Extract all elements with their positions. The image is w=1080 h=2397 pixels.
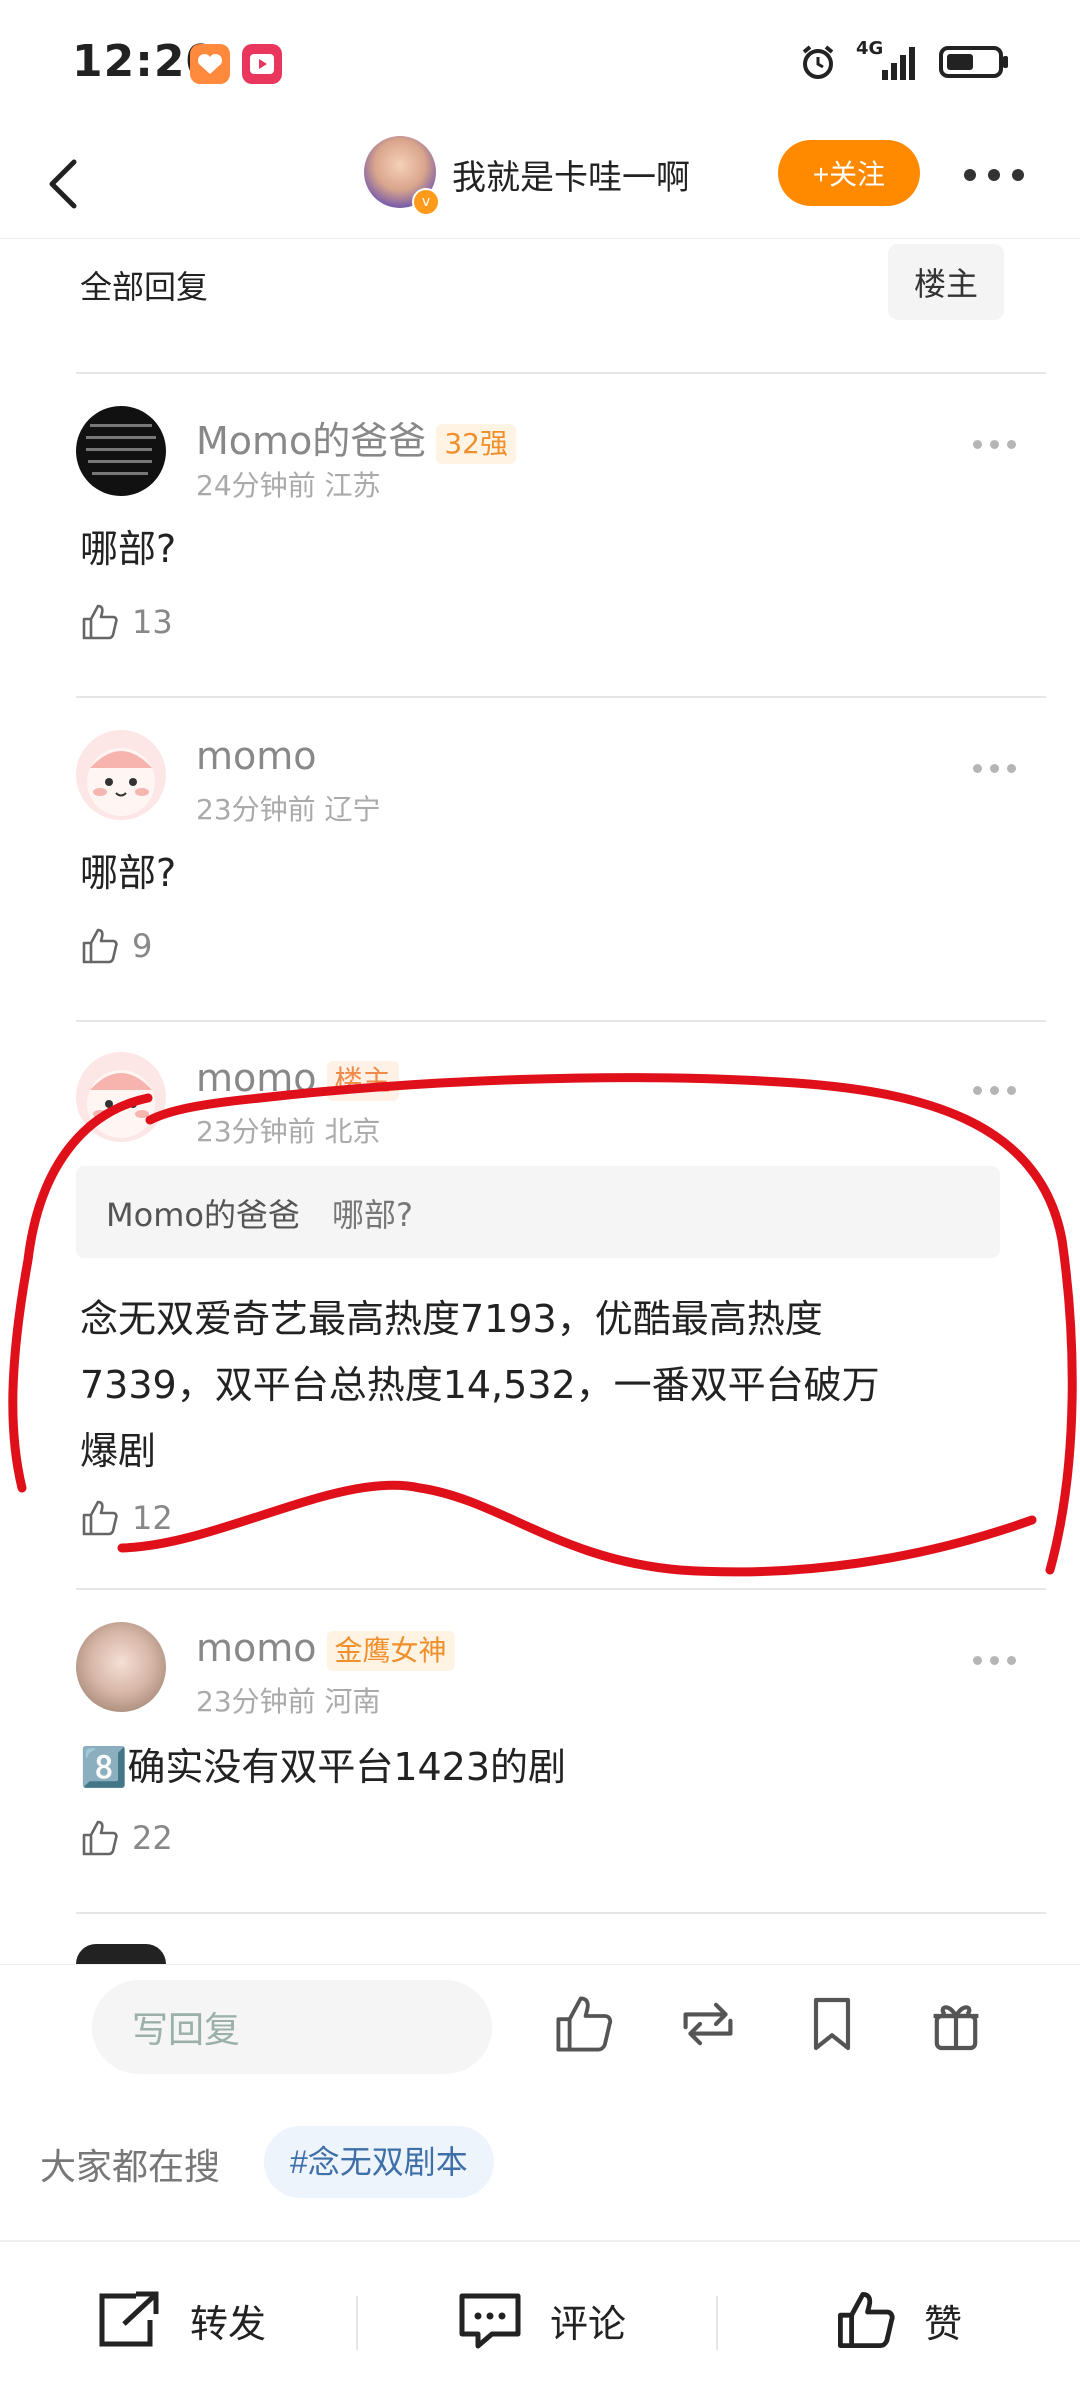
next-comment-avatar-partial bbox=[76, 1944, 166, 1964]
comment-item: Momo的爸爸 32强 24分钟前 江苏 哪部? 13 bbox=[76, 406, 1046, 706]
thumbs-up-icon bbox=[82, 604, 118, 640]
like-post-button[interactable]: 赞 bbox=[834, 2270, 962, 2370]
repost-icon[interactable] bbox=[676, 1992, 740, 2056]
like-count: 13 bbox=[132, 603, 173, 641]
comment-label: 评论 bbox=[550, 2301, 627, 2346]
divider bbox=[76, 372, 1046, 374]
thumbs-up-icon bbox=[82, 1820, 118, 1856]
quoted-reply[interactable]: Momo的爸爸 哪部? bbox=[76, 1166, 1000, 1258]
comment-text: 8️⃣确实没有双平台1423的剧 bbox=[80, 1745, 567, 1789]
comment-time: 23分钟前 bbox=[196, 793, 316, 826]
owner-badge: 楼主 bbox=[326, 1060, 399, 1101]
comment-like-button[interactable]: 22 bbox=[80, 1818, 173, 1858]
comment-time: 23分钟前 bbox=[196, 1115, 316, 1148]
comment-item: momo 金鹰女神 23分钟前 河南 8️⃣确实没有双平台1423的剧 22 bbox=[76, 1622, 1046, 1922]
trending-search-label: 大家都在搜 bbox=[40, 2147, 221, 2188]
comment-meta: 23分钟前 河南 bbox=[196, 1680, 381, 1720]
commenter-name-text: momo bbox=[196, 1056, 317, 1100]
comment-region: 江苏 bbox=[324, 469, 381, 502]
comment-more-icon[interactable] bbox=[973, 1086, 1016, 1095]
like-count: 9 bbox=[132, 927, 153, 965]
battery-icon bbox=[939, 46, 1008, 78]
like-count: 22 bbox=[132, 1819, 173, 1857]
comment-text: 哪部? bbox=[80, 851, 177, 895]
comment-text-line: 念无双爱奇艺最高热度7193，优酷最高热度 bbox=[80, 1297, 823, 1341]
video-app-icon bbox=[242, 44, 282, 84]
reply-input[interactable]: 写回复 bbox=[92, 1980, 492, 2074]
gift-icon[interactable] bbox=[924, 1992, 988, 2056]
comment-item: momo 23分钟前 辽宁 哪部? 9 bbox=[76, 730, 1046, 1030]
like-count: 12 bbox=[132, 1499, 173, 1537]
comment-like-button[interactable]: 13 bbox=[80, 602, 173, 642]
trending-tag[interactable]: #念无双剧本 bbox=[264, 2126, 494, 2198]
header-divider bbox=[0, 238, 1080, 239]
action-separator bbox=[356, 2296, 358, 2350]
comment-meta: 23分钟前 北京 bbox=[196, 1110, 381, 1150]
commenter-name[interactable]: momo 楼主 bbox=[196, 1056, 399, 1101]
comment-more-icon[interactable] bbox=[973, 1656, 1016, 1665]
trending-search-row: 大家都在搜 #念无双剧本 bbox=[0, 2126, 1080, 2216]
quoted-text: 哪部? bbox=[332, 1196, 413, 1234]
comment-time: 23分钟前 bbox=[196, 1685, 316, 1718]
alarm-icon bbox=[802, 45, 834, 79]
divider bbox=[76, 696, 1046, 698]
top-header: v 我就是卡哇一啊 +关注 bbox=[0, 130, 1080, 238]
action-separator bbox=[716, 2296, 718, 2350]
comment-region: 辽宁 bbox=[324, 793, 381, 826]
all-replies-label: 全部回复 bbox=[80, 268, 209, 306]
follow-button[interactable]: +关注 bbox=[778, 140, 920, 206]
comment-text-line: 爆剧 bbox=[80, 1429, 157, 1473]
commenter-name-text: momo bbox=[196, 1626, 317, 1670]
comment-item: momo 楼主 23分钟前 北京 Momo的爸爸 哪部? 念无双爱奇艺最高热度71… bbox=[76, 1052, 1046, 1572]
divider bbox=[76, 1020, 1046, 1022]
owner-only-filter-button[interactable]: 楼主 bbox=[888, 244, 1004, 320]
comment-text-line: 7339，双平台总热度14,532，一番双平台破万 bbox=[80, 1363, 880, 1407]
commenter-name[interactable]: momo 金鹰女神 bbox=[196, 1626, 455, 1671]
like-label: 赞 bbox=[924, 2301, 963, 2346]
share-button[interactable]: 转发 bbox=[96, 2270, 266, 2370]
comment-more-icon[interactable] bbox=[973, 440, 1016, 449]
signal-icon: 4G bbox=[856, 38, 920, 82]
comment-text: 念无双爱奇艺最高热度7193，优酷最高热度 7339，双平台总热度14,532，… bbox=[80, 1286, 880, 1484]
comment-like-button[interactable]: 12 bbox=[80, 1498, 173, 1538]
commenter-name-text: Momo的爸爸 bbox=[196, 419, 427, 463]
comment-time: 24分钟前 bbox=[196, 469, 316, 502]
share-icon bbox=[99, 2291, 159, 2347]
commenter-avatar[interactable] bbox=[76, 730, 166, 820]
bookmark-icon[interactable] bbox=[800, 1992, 864, 2056]
share-label: 转发 bbox=[190, 2301, 267, 2346]
rank-badge: 32强 bbox=[436, 423, 516, 464]
commenter-avatar[interactable] bbox=[76, 1052, 166, 1142]
comment-meta: 24分钟前 江苏 bbox=[196, 464, 381, 504]
thumbs-up-icon bbox=[82, 928, 118, 964]
comment-meta: 23分钟前 辽宁 bbox=[196, 788, 381, 828]
back-arrow-icon[interactable] bbox=[34, 148, 94, 220]
reply-bar-divider bbox=[0, 1964, 1080, 1965]
comment-like-button[interactable]: 9 bbox=[80, 926, 152, 966]
divider bbox=[76, 1912, 1046, 1914]
commenter-avatar[interactable] bbox=[76, 1622, 166, 1712]
more-options-icon[interactable] bbox=[964, 160, 1038, 190]
divider bbox=[76, 1588, 1046, 1590]
comment-icon bbox=[459, 2293, 521, 2349]
thumbs-up-icon bbox=[838, 2292, 895, 2348]
verified-badge-icon: v bbox=[412, 188, 440, 216]
reply-bar: 写回复 bbox=[0, 1964, 1080, 2114]
bottom-divider bbox=[0, 2240, 1080, 2242]
title-badge: 金鹰女神 bbox=[326, 1630, 455, 1671]
comment-text: 哪部? bbox=[80, 527, 177, 571]
commenter-name[interactable]: Momo的爸爸 32强 bbox=[196, 410, 516, 465]
author-name[interactable]: 我就是卡哇一啊 bbox=[452, 150, 690, 199]
thumbs-up-icon bbox=[82, 1500, 118, 1536]
commenter-name[interactable]: momo bbox=[196, 734, 317, 778]
comment-region: 河南 bbox=[324, 1685, 381, 1718]
comment-region: 北京 bbox=[324, 1115, 381, 1148]
quoted-user: Momo的爸爸 bbox=[106, 1196, 300, 1234]
comment-more-icon[interactable] bbox=[973, 764, 1016, 773]
like-icon[interactable] bbox=[552, 1992, 616, 2056]
comment-button[interactable]: 评论 bbox=[456, 2270, 626, 2370]
status-bar: 12:20 4G bbox=[0, 0, 1080, 130]
commenter-avatar[interactable] bbox=[76, 406, 166, 496]
app-notification-icon bbox=[190, 44, 230, 84]
